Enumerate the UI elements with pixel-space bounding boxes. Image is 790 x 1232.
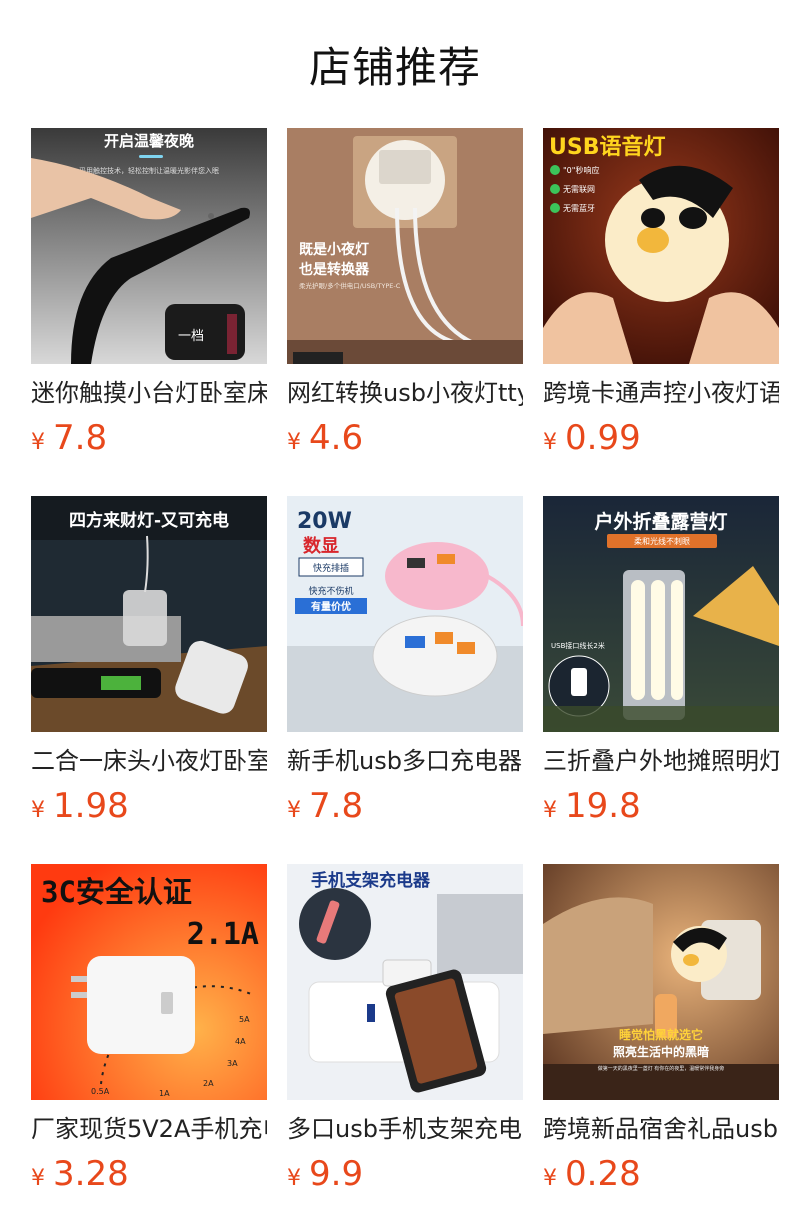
currency-symbol: ¥: [543, 1166, 557, 1191]
currency-symbol: ¥: [543, 430, 557, 455]
tag-1: 快充排插: [313, 562, 349, 574]
image-headline: 四方来财灯-又可充电: [69, 510, 229, 531]
product-image[interactable]: USB语音灯 "0"秒响应 无需联网 无需蓝牙: [543, 128, 779, 364]
product-image[interactable]: 户外折叠露营灯 柔和光线不刺眼 USB接口线长2米: [543, 496, 779, 732]
product-name[interactable]: 跨境新品宿舍礼品usb: [543, 1112, 779, 1146]
wall-charger-image: 3C安全认证 2.1A 0.5A 1A 2A 3A 4A 5A: [31, 864, 267, 1100]
product-card[interactable]: 手机支架充电器 多口usb手机支架充电 ¥9.9: [287, 864, 523, 1194]
product-card[interactable]: 20W 数显 快充排插 快充不伤机 有量价优 新手机usb多口充电器 ¥7.8: [287, 496, 523, 826]
product-price: ¥0.99: [543, 418, 779, 458]
product-name[interactable]: 迷你触摸小台灯卧室床头: [31, 376, 267, 410]
product-card[interactable]: USB语音灯 "0"秒响应 无需联网 无需蓝牙 跨境卡通声控小夜灯语音 ¥0.9…: [543, 128, 779, 458]
product-name[interactable]: 跨境卡通声控小夜灯语音: [543, 376, 779, 410]
price-value: 7.8: [309, 786, 364, 826]
image-sub: 2.1A: [187, 917, 259, 952]
dial-4: 3A: [227, 1059, 238, 1068]
product-name[interactable]: 网红转换usb小夜灯ttype: [287, 376, 523, 410]
image-headline: 20W: [297, 509, 352, 534]
image-caption: 采用触控技术，轻松控制让温暖光影伴您入眠: [79, 166, 219, 175]
cartoon-plug-light-image: 睡觉怕黑就选它 照亮生活中的黑暗 做第一天的黑夜里一盏灯 有你在的夜里，温暖常伴…: [543, 864, 779, 1100]
product-card[interactable]: 户外折叠露营灯 柔和光线不刺眼 USB接口线长2米 三折叠户外地摊照明灯 ¥19…: [543, 496, 779, 826]
product-image[interactable]: 20W 数显 快充排插 快充不伤机 有量价优: [287, 496, 523, 732]
tag-2: 快充不伤机: [308, 585, 353, 597]
price-value: 9.9: [309, 1154, 364, 1194]
feature-1: "0"秒响应: [563, 165, 599, 175]
product-name[interactable]: 二合一床头小夜灯卧室: [31, 744, 267, 778]
product-card[interactable]: 四方来财灯-又可充电 二合一床头小夜灯卧室 ¥1.98: [31, 496, 267, 826]
product-price: ¥4.6: [287, 418, 523, 458]
price-value: 0.28: [565, 1154, 641, 1194]
price-value: 1.98: [53, 786, 129, 826]
image-headline: 开启温馨夜晚: [104, 132, 194, 150]
image-headline: USB语音灯: [549, 134, 665, 160]
currency-symbol: ¥: [31, 430, 45, 455]
dial-2: 1A: [159, 1089, 170, 1098]
image-sub: 照亮生活中的黑暗: [613, 1044, 709, 1059]
currency-symbol: ¥: [287, 430, 301, 455]
price-value: 19.8: [565, 786, 641, 826]
bedside-night-light-image: 四方来财灯-又可充电: [31, 496, 267, 732]
product-image[interactable]: 开启温馨夜晚 采用触控技术，轻松控制让温暖光影伴您入眠 一档: [31, 128, 267, 364]
product-price: ¥7.8: [31, 418, 267, 458]
image-caption: USB接口线长2米: [551, 641, 605, 650]
dial-1: 0.5A: [91, 1087, 110, 1096]
camping-lamp-image: 户外折叠露营灯 柔和光线不刺眼 USB接口线长2米: [543, 496, 779, 732]
product-price: ¥3.28: [31, 1154, 267, 1194]
tag-3: 有量价优: [311, 600, 351, 613]
price-value: 7.8: [53, 418, 108, 458]
price-value: 4.6: [309, 418, 364, 458]
product-price: ¥0.28: [543, 1154, 779, 1194]
product-name[interactable]: 厂家现货5V2A手机充电: [31, 1112, 267, 1146]
product-image[interactable]: 3C安全认证 2.1A 0.5A 1A 2A 3A 4A 5A: [31, 864, 267, 1100]
image-sub: 柔和光线不刺眼: [634, 536, 690, 546]
product-name[interactable]: 三折叠户外地摊照明灯: [543, 744, 779, 778]
product-image[interactable]: 睡觉怕黑就选它 照亮生活中的黑暗 做第一天的黑夜里一盏灯 有你在的夜里，温暖常伴…: [543, 864, 779, 1100]
image-badge: 一档: [178, 329, 204, 344]
product-card[interactable]: 既是小夜灯也是转换器 柔光护眼/多个供电口/USB/TYPE-C 网红转换usb…: [287, 128, 523, 458]
image-headline: 手机支架充电器: [311, 870, 431, 891]
image-caption: 做第一天的黑夜里一盏灯 有你在的夜里，温暖常伴我身旁: [598, 1065, 725, 1072]
product-card[interactable]: 睡觉怕黑就选它 照亮生活中的黑暗 做第一天的黑夜里一盏灯 有你在的夜里，温暖常伴…: [543, 864, 779, 1194]
product-price: ¥7.8: [287, 786, 523, 826]
product-price: ¥1.98: [31, 786, 267, 826]
product-image[interactable]: 四方来财灯-又可充电: [31, 496, 267, 732]
feature-2: 无需联网: [563, 185, 595, 194]
section-title: 店铺推荐: [308, 43, 481, 92]
currency-symbol: ¥: [31, 798, 45, 823]
image-headline: 3C安全认证: [41, 875, 192, 909]
dial-6: 5A: [239, 1015, 250, 1024]
phone-stand-charger-image: 手机支架充电器: [287, 864, 523, 1100]
currency-symbol: ¥: [31, 1166, 45, 1191]
dial-5: 4A: [235, 1037, 246, 1046]
touch-lamp-image: 开启温馨夜晚 采用触控技术，轻松控制让温暖光影伴您入眠 一档: [31, 128, 267, 364]
voice-lamp-image: USB语音灯 "0"秒响应 无需联网 无需蓝牙: [543, 128, 779, 364]
image-headline-line2: 也是转换器: [299, 261, 370, 278]
usb-power-strip-image: 20W 数显 快充排插 快充不伤机 有量价优: [287, 496, 523, 732]
image-headline: 户外折叠露营灯: [594, 510, 727, 533]
currency-symbol: ¥: [287, 1166, 301, 1191]
product-image[interactable]: 手机支架充电器: [287, 864, 523, 1100]
product-image[interactable]: 既是小夜灯也是转换器 柔光护眼/多个供电口/USB/TYPE-C: [287, 128, 523, 364]
usb-night-light-adapter-image: 既是小夜灯也是转换器 柔光护眼/多个供电口/USB/TYPE-C: [287, 128, 523, 364]
product-price: ¥9.9: [287, 1154, 523, 1194]
product-name[interactable]: 新手机usb多口充电器: [287, 744, 523, 778]
currency-symbol: ¥: [287, 798, 301, 823]
image-headline-line1: 既是小夜灯: [299, 241, 369, 258]
product-grid: 开启温馨夜晚 采用触控技术，轻松控制让温暖光影伴您入眠 一档 迷你触摸小台灯卧室…: [31, 128, 779, 1208]
dial-3: 2A: [203, 1079, 214, 1088]
product-price: ¥19.8: [543, 786, 779, 826]
price-value: 3.28: [53, 1154, 129, 1194]
product-card[interactable]: 3C安全认证 2.1A 0.5A 1A 2A 3A 4A 5A 厂家现货5V2A…: [31, 864, 267, 1194]
price-value: 0.99: [565, 418, 641, 458]
currency-symbol: ¥: [543, 798, 557, 823]
image-caption: 柔光护眼/多个供电口/USB/TYPE-C: [299, 281, 401, 290]
image-sub: 数显: [303, 535, 339, 557]
product-card[interactable]: 开启温馨夜晚 采用触控技术，轻松控制让温暖光影伴您入眠 一档 迷你触摸小台灯卧室…: [31, 128, 267, 458]
product-name[interactable]: 多口usb手机支架充电: [287, 1112, 523, 1146]
image-headline: 睡觉怕黑就选它: [619, 1027, 703, 1042]
feature-3: 无需蓝牙: [563, 203, 595, 213]
